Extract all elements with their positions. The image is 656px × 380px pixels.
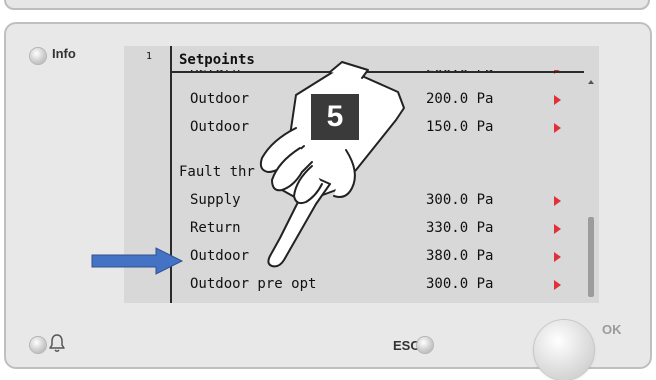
menu-row-label[interactable]: Supply [190,192,241,208]
esc-label: ESC [393,338,420,353]
info-led[interactable] [30,48,46,64]
screen-scrollbar[interactable] [586,72,596,303]
blue-pointer-arrow-icon [91,247,184,275]
menu-row-value: 200.0 Pa [426,91,494,107]
title-divider [172,71,584,73]
row-arrow-icon[interactable] [554,95,561,105]
menu-row-value: 150.0 Pa [426,119,494,135]
alarm-led[interactable] [30,337,46,353]
menu-row-value: 300.0 Pa [426,276,494,292]
line-number: 1 [146,51,153,62]
menu-row-value: 330.0 Pa [426,220,494,236]
scroll-thumb[interactable] [588,217,594,297]
row-arrow-icon[interactable] [554,196,561,206]
row-arrow-icon[interactable] [554,280,561,290]
scroll-up-icon[interactable] [588,80,594,84]
section-heading: Fault thr [179,164,255,180]
menu-row-label[interactable]: Outdoor [190,91,249,107]
row-arrow-icon[interactable] [554,224,561,234]
screen-title: Setpoints [179,52,255,68]
ok-knob[interactable] [534,320,594,380]
info-label: Info [52,46,76,61]
bell-icon [49,334,65,352]
menu-row-label[interactable]: Outdoor [190,119,249,135]
step-number-badge: 5 [311,94,359,140]
ok-label: OK [602,322,622,337]
menu-row-value: 300.0 Pa [426,192,494,208]
menu-row-label[interactable]: Return [190,220,241,236]
row-arrow-icon[interactable] [554,252,561,262]
menu-row-value: 380.0 Pa [426,248,494,264]
menu-row-label-highlighted[interactable]: Outdoor [190,248,249,264]
esc-button[interactable] [417,337,433,353]
previous-panel-edge [4,0,650,10]
menu-row-label[interactable]: Outdoor pre opt [190,276,316,292]
row-arrow-icon[interactable] [554,123,561,133]
lcd-screen: 1 Setpoints Return 200.0 Pa Setpoints Ou… [124,46,599,303]
